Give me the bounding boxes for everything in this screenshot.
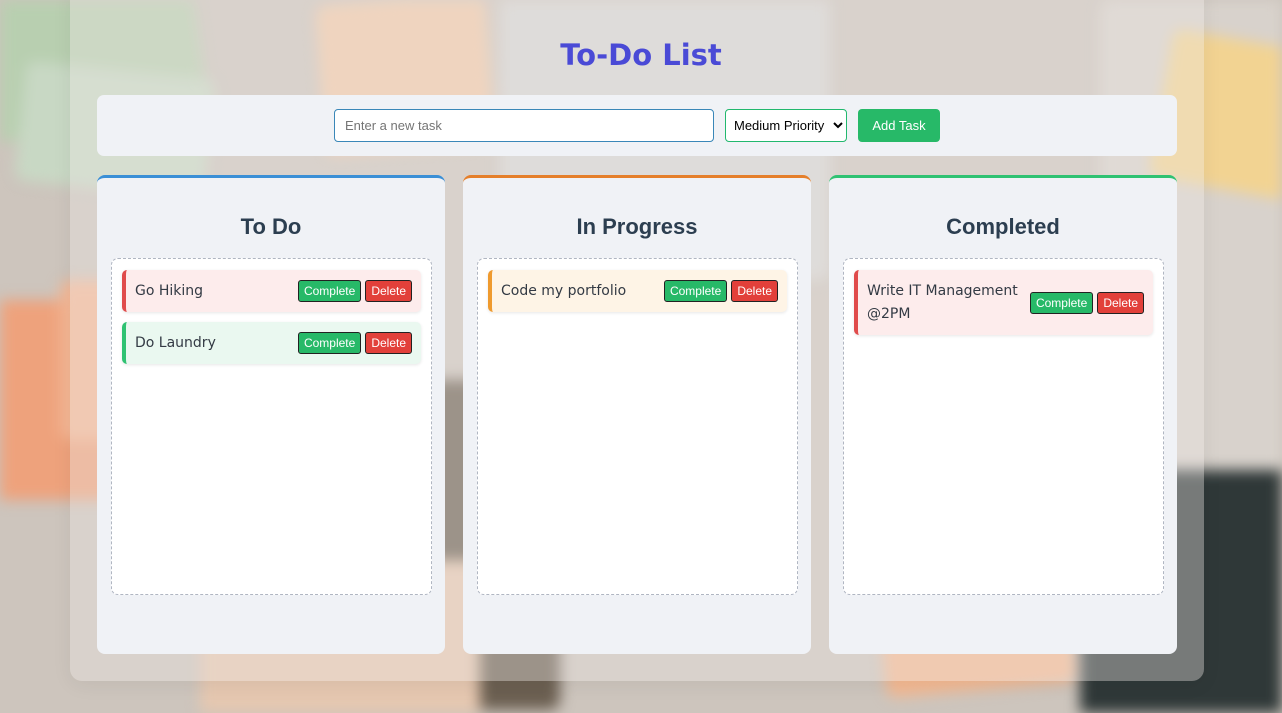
task-card[interactable]: Write IT Management @2PM Complete Delete [854, 270, 1153, 335]
task-dropzone[interactable]: Go Hiking Complete Delete Do Laundry Com… [111, 258, 432, 595]
task-card[interactable]: Code my portfolio Complete Delete [488, 270, 787, 312]
task-text: Go Hiking [135, 282, 204, 299]
complete-button[interactable]: Complete [663, 280, 728, 302]
page-title: To-Do List [560, 38, 722, 72]
column-in-progress: In Progress Code my portfolio Complete D… [463, 175, 811, 654]
add-task-button[interactable]: Add Task [858, 109, 940, 142]
priority-select[interactable]: Medium Priority [725, 109, 847, 142]
delete-button[interactable]: Delete [731, 280, 778, 302]
column-completed: Completed Write IT Management @2PM Compl… [829, 175, 1177, 654]
complete-button[interactable]: Complete [1029, 291, 1094, 314]
delete-button[interactable]: Delete [365, 280, 412, 302]
task-dropzone[interactable]: Code my portfolio Complete Delete [477, 258, 798, 595]
complete-button[interactable]: Complete [297, 332, 362, 354]
task-card[interactable]: Go Hiking Complete Delete [122, 270, 421, 312]
column-title: Completed [946, 214, 1060, 239]
task-text: Code my portfolio [501, 282, 627, 299]
task-text: Write IT Management @2PM [867, 282, 1018, 322]
column-title: In Progress [576, 214, 698, 239]
delete-button[interactable]: Delete [365, 332, 412, 354]
delete-button[interactable]: Delete [1097, 291, 1144, 314]
column-todo: To Do Go Hiking Complete Delete Do Laund… [97, 175, 445, 654]
column-title: To Do [240, 214, 302, 239]
add-task-bar: Medium Priority Add Task [97, 95, 1177, 156]
task-card[interactable]: Do Laundry Complete Delete [122, 322, 421, 364]
new-task-input[interactable] [334, 109, 714, 142]
complete-button[interactable]: Complete [297, 280, 362, 302]
task-dropzone[interactable]: Write IT Management @2PM Complete Delete [843, 258, 1164, 595]
task-text: Do Laundry [135, 334, 216, 351]
